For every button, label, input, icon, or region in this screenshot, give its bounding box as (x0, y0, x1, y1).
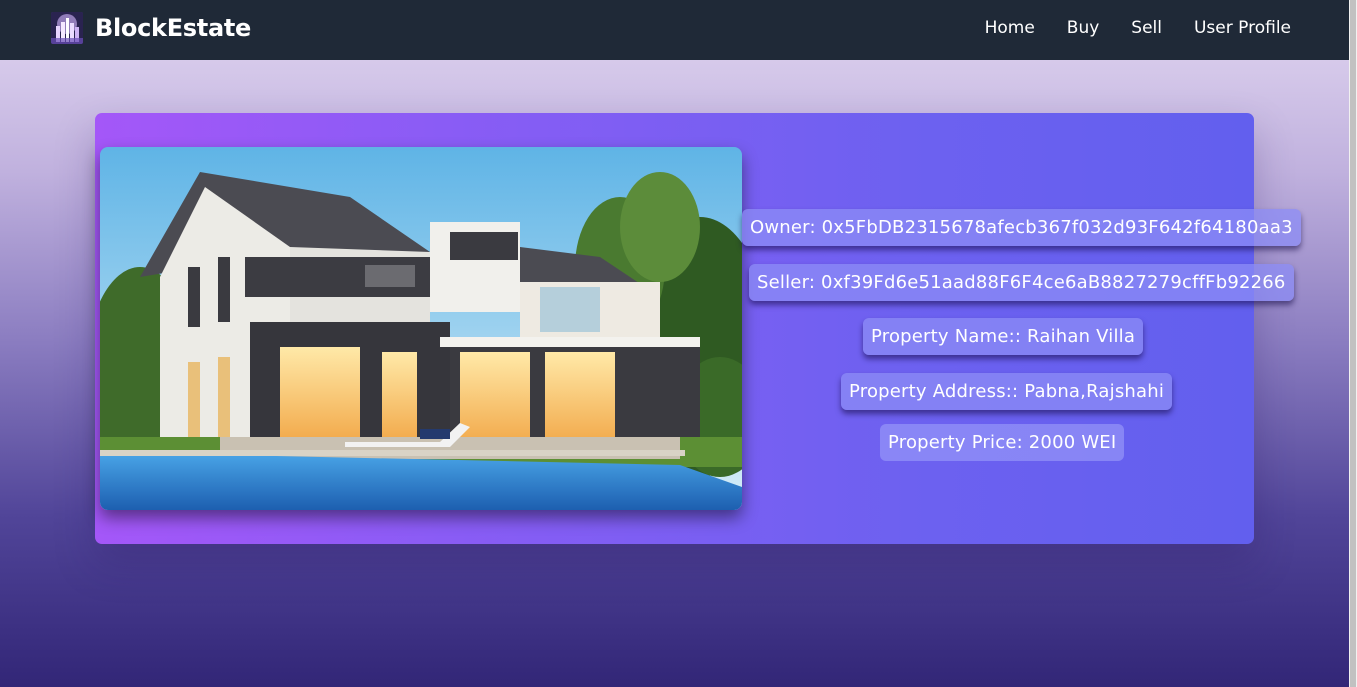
property-name: Property Name:: Raihan Villa (863, 318, 1144, 355)
scrollbar-thumb[interactable] (1350, 0, 1356, 687)
nav-link-sell[interactable]: Sell (1131, 18, 1162, 38)
nav-link-user-profile[interactable]: User Profile (1194, 18, 1291, 38)
brand-logo-icon[interactable] (51, 12, 83, 44)
vertical-scrollbar[interactable] (1349, 0, 1357, 687)
property-address: Property Address:: Pabna,Rajshahi (841, 373, 1173, 410)
owner-address: Owner: 0x5FbDB2315678afecb367f032d93F642… (742, 209, 1301, 246)
property-image (100, 147, 742, 510)
seller-address: Seller: 0xf39Fd6e51aad88F6F4ce6aB8827279… (749, 264, 1294, 301)
nav-link-home[interactable]: Home (985, 18, 1035, 38)
nav-link-buy[interactable]: Buy (1067, 18, 1100, 38)
nav-links: Home Buy Sell User Profile (953, 18, 1291, 38)
property-price: Property Price: 2000 WEI (880, 424, 1125, 461)
top-navbar: BlockEstate Home Buy Sell User Profile (0, 0, 1349, 60)
brand-name[interactable]: BlockEstate (95, 14, 251, 42)
